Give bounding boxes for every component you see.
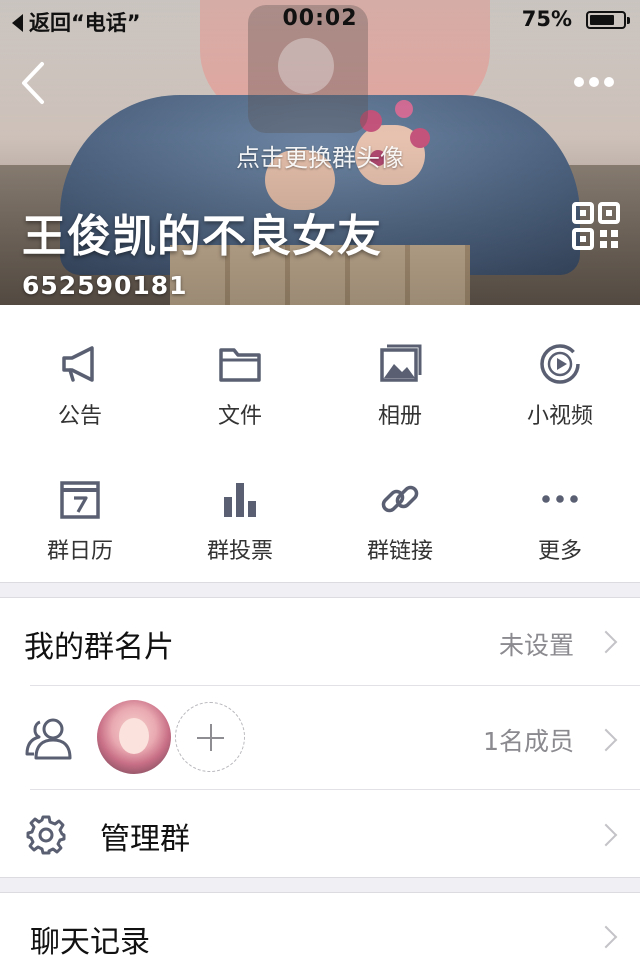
action-label: 群链接: [366, 539, 433, 564]
action-calendar[interactable]: 群日历: [0, 445, 160, 565]
section-separator: [0, 582, 640, 598]
video-play-icon: [540, 344, 580, 384]
change-avatar-hint[interactable]: 点击更换群头像: [0, 138, 640, 173]
action-vote[interactable]: 群投票: [160, 445, 320, 565]
group-id: 652590181: [22, 271, 188, 300]
chevron-right-icon: [594, 925, 618, 949]
members-row[interactable]: 1名成员: [0, 686, 640, 789]
bar-chart-icon: [224, 483, 256, 517]
member-avatar[interactable]: [97, 700, 171, 774]
qr-code-icon[interactable]: [572, 202, 620, 250]
battery-fill: [590, 15, 614, 25]
action-album[interactable]: 相册: [320, 310, 480, 430]
more-dots-icon[interactable]: [574, 72, 622, 92]
battery-icon: [586, 11, 630, 29]
action-label: 相册: [377, 404, 422, 429]
action-label: 公告: [57, 404, 102, 429]
avatar-placeholder-circle: [278, 38, 334, 94]
action-label: 文件: [217, 404, 262, 429]
member-avatar-face: [119, 718, 149, 754]
action-link[interactable]: 群链接: [320, 445, 480, 565]
gear-icon: [26, 815, 66, 855]
action-more[interactable]: 更多: [480, 445, 640, 565]
more-horizontal-icon: [542, 495, 578, 503]
add-member-button[interactable]: [175, 702, 245, 772]
group-name: 王俊凯的不良女友: [22, 211, 382, 262]
member-count: 1名成员: [483, 727, 574, 756]
chevron-right-icon: [594, 630, 618, 654]
battery-nub: [627, 17, 630, 24]
back-chevron-icon[interactable]: [16, 58, 56, 108]
manage-group-title: 管理群: [100, 822, 190, 857]
group-actions-grid: 公告 文件 相册 小视频 群日历 群投票 群链接 更多: [0, 305, 640, 582]
group-card-title: 我的群名片: [24, 630, 174, 665]
group-card-value: 未设置: [498, 631, 574, 660]
chat-history-title: 聊天记录: [30, 925, 150, 960]
group-header[interactable]: 返回“电话” 00:02 75% 点击更换群头像 王俊凯的不良女友 652590…: [0, 0, 640, 305]
folder-icon: [219, 348, 261, 382]
megaphone-icon: [62, 346, 94, 382]
group-card-row[interactable]: 我的群名片 未设置: [0, 598, 640, 686]
action-short-video[interactable]: 小视频: [480, 310, 640, 430]
calendar-icon: [60, 481, 100, 519]
action-label: 群投票: [206, 539, 273, 564]
manage-group-row[interactable]: 管理群: [0, 790, 640, 878]
photo-album-icon: [380, 344, 422, 382]
status-bar: 返回“电话” 00:02 75%: [0, 0, 640, 40]
action-label: 群日历: [46, 539, 113, 564]
action-label: 更多: [537, 539, 582, 564]
action-label: 小视频: [526, 404, 593, 429]
section-separator: [0, 877, 640, 893]
action-files[interactable]: 文件: [160, 310, 320, 430]
chat-history-row[interactable]: 聊天记录: [0, 893, 640, 960]
chevron-right-icon: [594, 823, 618, 847]
chevron-right-icon: [594, 728, 618, 752]
link-icon: [381, 485, 419, 513]
members-icon: [25, 718, 72, 760]
battery-percent: 75%: [521, 7, 572, 31]
action-announcement[interactable]: 公告: [0, 310, 160, 430]
